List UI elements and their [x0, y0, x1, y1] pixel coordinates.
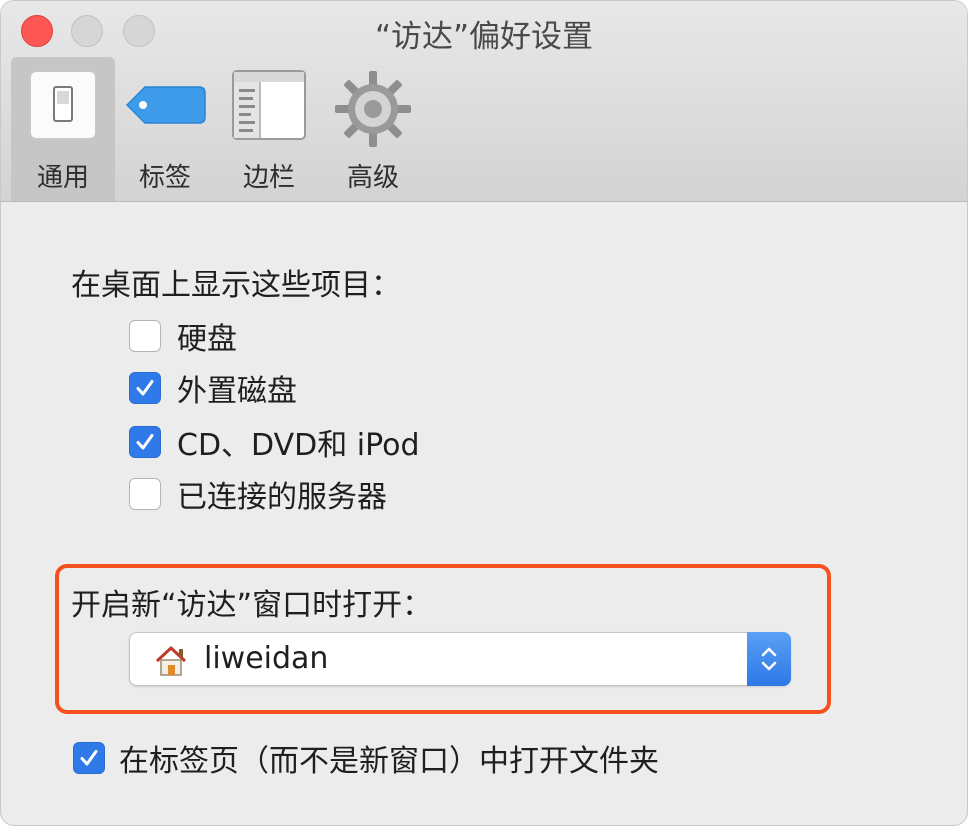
tab-advanced[interactable]: 高级: [321, 57, 425, 201]
tab-general[interactable]: 通用: [11, 57, 115, 201]
chevron-up-down-icon: [761, 647, 777, 671]
checkbox[interactable]: [129, 372, 161, 404]
new-window-target-popup[interactable]: liweidan: [129, 632, 791, 686]
checkmark-icon: [136, 434, 154, 450]
gear-icon: [333, 69, 413, 153]
home-icon: [154, 645, 188, 681]
popup-stepper[interactable]: [747, 632, 791, 686]
checkbox-hard-disks[interactable]: 硬盘: [129, 316, 237, 357]
checkbox-open-folders-in-tabs[interactable]: 在标签页（而不是新窗口）中打开文件夹: [73, 738, 659, 779]
checkmark-icon: [136, 380, 154, 396]
checkbox[interactable]: [129, 426, 161, 458]
tab-label: 标签: [138, 163, 191, 193]
new-window-heading: 开启新“访达”窗口时打开：: [71, 588, 433, 623]
tab-label: 边栏: [242, 163, 295, 193]
checkbox-label: CD、DVD和 iPod: [177, 428, 420, 463]
desktop-items-heading: 在桌面上显示这些项目：: [71, 268, 401, 303]
toolbar: “访达”偏好设置 通用 标签 边栏 高级: [1, 1, 967, 202]
checkbox-external-disks[interactable]: 外置磁盘: [129, 368, 297, 409]
checkmark-icon: [80, 750, 98, 766]
finder-preferences-window: “访达”偏好设置 通用 标签 边栏 高级 在桌面上显示这些项目： 硬盘 外置磁盘…: [0, 0, 968, 826]
checkbox-label: 外置磁盘: [177, 374, 297, 409]
tab-sidebar[interactable]: 边栏: [217, 57, 321, 201]
checkbox-label: 硬盘: [177, 322, 237, 357]
checkbox[interactable]: [129, 478, 161, 510]
checkbox[interactable]: [129, 320, 161, 352]
sidebar-icon: [231, 69, 307, 145]
checkbox-label: 已连接的服务器: [177, 480, 387, 515]
switch-icon: [28, 69, 98, 145]
popup-selected-value: liweidan: [204, 641, 329, 676]
general-pane: 在桌面上显示这些项目： 硬盘 外置磁盘 CD、DVD和 iPod 已连接的服务器…: [1, 202, 967, 825]
tab-tags[interactable]: 标签: [113, 57, 217, 201]
tab-label: 高级: [346, 163, 399, 193]
checkbox-label: 在标签页（而不是新窗口）中打开文件夹: [119, 744, 659, 779]
window-title: “访达”偏好设置: [374, 19, 594, 55]
tab-label: 通用: [36, 163, 89, 193]
checkbox-connected-servers[interactable]: 已连接的服务器: [129, 474, 387, 515]
checkbox[interactable]: [73, 742, 105, 774]
checkbox-cds-dvds-ipods[interactable]: CD、DVD和 iPod: [129, 422, 420, 463]
tag-icon: [123, 69, 207, 145]
